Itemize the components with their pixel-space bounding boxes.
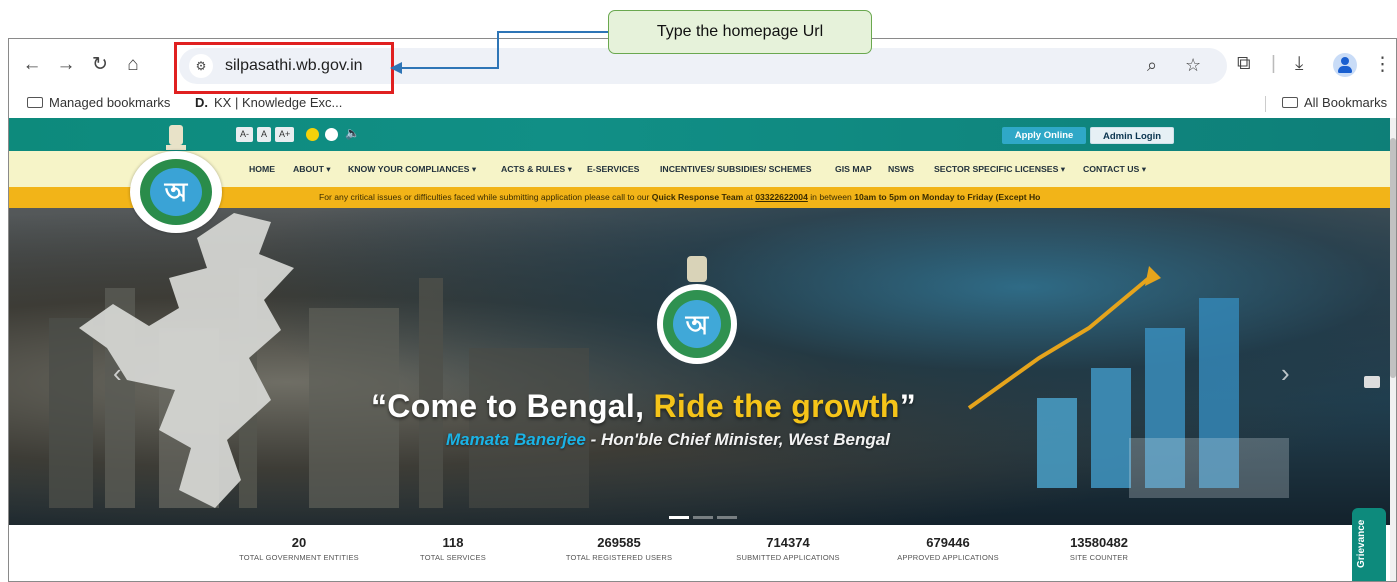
bookmark-star-icon[interactable]: ☆	[1185, 55, 1201, 76]
all-bookmarks-button[interactable]: All Bookmarks	[1282, 95, 1387, 110]
hero-carousel: ‹ › অ “Come to Bengal, Ride the growth” …	[9, 208, 1396, 525]
helpline-phone-link[interactable]: 03322622004	[755, 192, 808, 202]
bookmark-managed[interactable]: Managed bookmarks	[27, 95, 170, 110]
toolbar-divider: |	[1271, 53, 1276, 74]
extensions-icon[interactable]: ⧉	[1237, 53, 1251, 75]
scrollbar-thumb[interactable]	[1390, 138, 1396, 378]
bookmark-kx[interactable]: D. KX | Knowledge Exc...	[195, 95, 342, 110]
stat-item: 13580482 SITE COUNTER	[1069, 535, 1129, 562]
ashoka-emblem-icon	[166, 125, 186, 150]
hero-quote: “Come to Bengal, Ride the growth”	[371, 388, 917, 424]
theme-yellow-button[interactable]	[306, 128, 319, 141]
menu-kebab-icon[interactable]: ⋮	[1373, 53, 1392, 76]
back-arrow-icon[interactable]: ←	[21, 54, 43, 76]
menu-know-your-compliances[interactable]: KNOW YOUR COMPLIANCES ▾	[348, 164, 476, 175]
west-bengal-emblem-large: অ	[645, 256, 749, 364]
stats-bar: 20 TOTAL GOVERNMENT ENTITIES 118 TOTAL SER…	[9, 525, 1396, 581]
kx-favicon-icon: D.	[195, 95, 208, 110]
browser-window: ← → ↻ ⌂ ⚙ silpasathi.wb.gov.in ⌕ ☆ ⧉ | ⤓…	[8, 38, 1397, 582]
stat-item: 679446 APPROVED APPLICATIONS	[897, 535, 999, 562]
callout-connector-arrow	[390, 31, 608, 74]
stat-item: 714374 SUBMITTED APPLICATIONS	[736, 535, 840, 562]
carousel-indicator[interactable]	[693, 516, 713, 519]
menu-about[interactable]: ABOUT ▾	[293, 164, 331, 175]
font-normal-button[interactable]: A	[257, 127, 272, 142]
url-highlight-box	[174, 42, 394, 94]
admin-login-button[interactable]: Admin Login	[1090, 127, 1174, 144]
carousel-indicator[interactable]	[717, 516, 737, 519]
notice-text: For any critical issues or difficulties …	[319, 192, 1041, 202]
west-bengal-seal-icon: অ	[130, 151, 222, 233]
reload-icon[interactable]: ↻	[89, 54, 111, 76]
speaker-icon[interactable]: 🔈	[345, 126, 360, 140]
site-logo[interactable]: অ	[127, 123, 225, 235]
theme-white-button[interactable]	[325, 128, 338, 141]
website-viewport: A- A A+ 🔈 Apply Online Admin Login HOME …	[9, 118, 1396, 581]
menu-gis-map[interactable]: GIS MAP	[835, 164, 872, 174]
profile-avatar-icon[interactable]	[1333, 53, 1357, 77]
carousel-next-icon[interactable]: ›	[1281, 358, 1290, 389]
font-increase-button[interactable]: A+	[275, 127, 295, 142]
stat-item: 118 TOTAL SERVICES	[420, 535, 486, 562]
annotation-callout: Type the homepage Url	[608, 10, 872, 54]
carousel-indicator[interactable]	[669, 516, 689, 519]
download-icon[interactable]: ⤓	[1295, 53, 1303, 75]
menu-acts-rules[interactable]: ACTS & RULES ▾	[501, 164, 572, 175]
folder-icon	[1282, 97, 1298, 108]
font-decrease-button[interactable]: A-	[236, 127, 253, 142]
zoom-icon[interactable]: ⌕	[1147, 55, 1157, 76]
carousel-prev-icon[interactable]: ‹	[113, 358, 122, 389]
home-icon[interactable]: ⌂	[122, 54, 144, 76]
stat-item: 20 TOTAL GOVERNMENT ENTITIES	[239, 535, 359, 562]
mail-icon[interactable]	[1364, 376, 1380, 388]
bookmarks-bar: Managed bookmarks D. KX | Knowledge Exc..…	[9, 91, 1396, 117]
menu-contact-us[interactable]: CONTACT US ▾	[1083, 164, 1146, 175]
menu-home[interactable]: HOME	[249, 164, 275, 174]
page-scrollbar[interactable]	[1390, 118, 1396, 581]
stat-item: 269585 TOTAL REGISTERED USERS	[565, 535, 673, 562]
carousel-indicators	[669, 506, 741, 524]
menu-sector-specific-licenses[interactable]: SECTOR SPECIFIC LICENSES ▾	[934, 164, 1065, 175]
apply-online-button[interactable]: Apply Online	[1002, 127, 1086, 144]
hero-attribution: Mamata Banerjee - Hon'ble Chief Minister…	[446, 430, 890, 449]
menu-e-services[interactable]: E-SERVICES	[587, 164, 639, 174]
folder-managed-icon	[27, 97, 43, 108]
menu-incentives[interactable]: INCENTIVES/ SUBSIDIES/ SCHEMES	[660, 164, 812, 174]
forward-arrow-icon[interactable]: →	[55, 54, 77, 76]
svg-text:অ: অ	[685, 311, 710, 341]
bookmarks-divider	[1265, 96, 1266, 112]
grievance-tab[interactable]: Grievance	[1352, 508, 1386, 581]
menu-nsws[interactable]: NSWS	[888, 164, 914, 174]
